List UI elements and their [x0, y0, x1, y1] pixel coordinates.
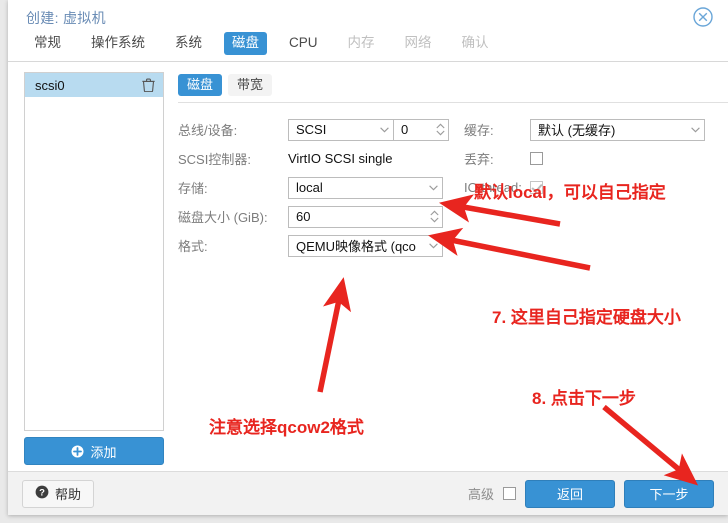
- bus-device-controls: SCSI 0: [288, 119, 449, 141]
- tab-disk[interactable]: 磁盘: [224, 32, 267, 55]
- tab-cpu[interactable]: CPU: [281, 32, 326, 55]
- scsi-controller-value: VirtIO SCSI single: [288, 151, 393, 166]
- annotation-note-storage: 默认local，可以自己指定: [474, 178, 666, 203]
- svg-text:?: ?: [39, 488, 45, 499]
- close-icon[interactable]: [692, 6, 714, 28]
- tab-os[interactable]: 操作系统: [83, 32, 153, 55]
- chevron-down-icon: [686, 127, 704, 133]
- tab-network: 网络: [397, 32, 440, 55]
- help-button-label: 帮助: [55, 484, 81, 503]
- device-label: scsi0: [35, 78, 65, 93]
- row-bus-device: 总线/设备: SCSI 0: [178, 115, 460, 144]
- add-button[interactable]: 添加: [24, 437, 164, 465]
- trash-icon[interactable]: [142, 78, 155, 92]
- discard-checkbox[interactable]: [530, 152, 543, 165]
- row-disk-size: 磁盘大小 (GiB): 60: [178, 202, 460, 231]
- annotation-note-next: 8. 点击下一步: [532, 384, 636, 409]
- next-button[interactable]: 下一步: [624, 480, 714, 508]
- disk-settings-column: 磁盘 带宽 总线/设备: SCSI: [178, 72, 728, 465]
- back-button[interactable]: 返回: [525, 480, 615, 508]
- discard-label: 丢弃:: [464, 149, 530, 168]
- disk-size-stepper[interactable]: 60: [288, 206, 443, 228]
- create-vm-dialog: 创建: 虚拟机 常规 操作系统 系统 磁盘 CPU 内存 网络 确认 scsi0: [8, 0, 728, 515]
- tab-memory: 内存: [340, 32, 383, 55]
- help-button[interactable]: ? 帮助: [22, 480, 94, 508]
- tab-confirm: 确认: [454, 32, 497, 55]
- tab-system[interactable]: 系统: [167, 32, 210, 55]
- storage-select[interactable]: local: [288, 177, 443, 199]
- format-select[interactable]: QEMU映像格式 (qco: [288, 235, 443, 257]
- storage-select-value: local: [289, 180, 424, 195]
- bus-select[interactable]: SCSI: [288, 119, 393, 141]
- storage-label: 存储:: [178, 178, 288, 197]
- disk-size-value: 60: [289, 209, 426, 224]
- format-select-value: QEMU映像格式 (qco: [289, 236, 424, 255]
- subtab-bandwidth[interactable]: 带宽: [228, 74, 272, 96]
- format-label: 格式:: [178, 236, 288, 255]
- footer-actions: 高级 返回 下一步: [468, 480, 714, 508]
- advanced-label: 高级: [468, 484, 494, 503]
- question-circle-icon: ?: [35, 485, 49, 502]
- add-button-label: 添加: [90, 442, 116, 461]
- annotation-note-format: 注意选择qcow2格式: [209, 413, 364, 438]
- device-number-value: 0: [394, 122, 432, 137]
- row-storage: 存储: local: [178, 173, 460, 202]
- dialog-title: 创建: 虚拟机: [26, 8, 106, 28]
- device-list: scsi0: [24, 72, 164, 431]
- device-number-stepper[interactable]: 0: [393, 119, 449, 141]
- cache-label: 缓存:: [464, 120, 530, 139]
- chevron-down-icon: [375, 127, 393, 133]
- dialog-titlebar: 创建: 虚拟机: [8, 0, 728, 32]
- spinner-icon[interactable]: [426, 210, 442, 223]
- list-item[interactable]: scsi0: [25, 73, 163, 97]
- scsi-controller-label: SCSI控制器:: [178, 149, 288, 168]
- disk-size-label: 磁盘大小 (GiB):: [178, 207, 288, 226]
- row-format: 格式: QEMU映像格式 (qco: [178, 231, 460, 260]
- cache-select[interactable]: 默认 (无缓存): [530, 119, 705, 141]
- subtab-disk[interactable]: 磁盘: [178, 74, 222, 96]
- cache-select-value: 默认 (无缓存): [531, 120, 686, 139]
- advanced-checkbox[interactable]: [503, 487, 516, 500]
- dialog-footer: ? 帮助 高级 返回 下一步: [8, 471, 728, 515]
- bus-select-value: SCSI: [289, 122, 375, 137]
- chevron-down-icon: [424, 185, 442, 191]
- row-scsi-controller: SCSI控制器: VirtIO SCSI single: [178, 144, 460, 173]
- form-column-left: 总线/设备: SCSI 0: [178, 115, 460, 260]
- chevron-down-icon: [424, 243, 442, 249]
- row-discard: 丢弃:: [464, 144, 728, 173]
- disk-subtabbar: 磁盘 带宽: [178, 72, 728, 103]
- device-list-column: scsi0 添加: [24, 72, 164, 465]
- dialog-body: scsi0 添加: [8, 62, 728, 471]
- spinner-icon[interactable]: [432, 123, 448, 136]
- bus-device-label: 总线/设备:: [178, 120, 288, 139]
- row-cache: 缓存: 默认 (无缓存): [464, 115, 728, 144]
- wizard-tabbar: 常规 操作系统 系统 磁盘 CPU 内存 网络 确认: [8, 32, 728, 62]
- annotation-note-disksize: 7. 这里自己指定硬盘大小: [492, 303, 681, 328]
- plus-circle-icon: [71, 445, 84, 458]
- tab-general[interactable]: 常规: [26, 32, 69, 55]
